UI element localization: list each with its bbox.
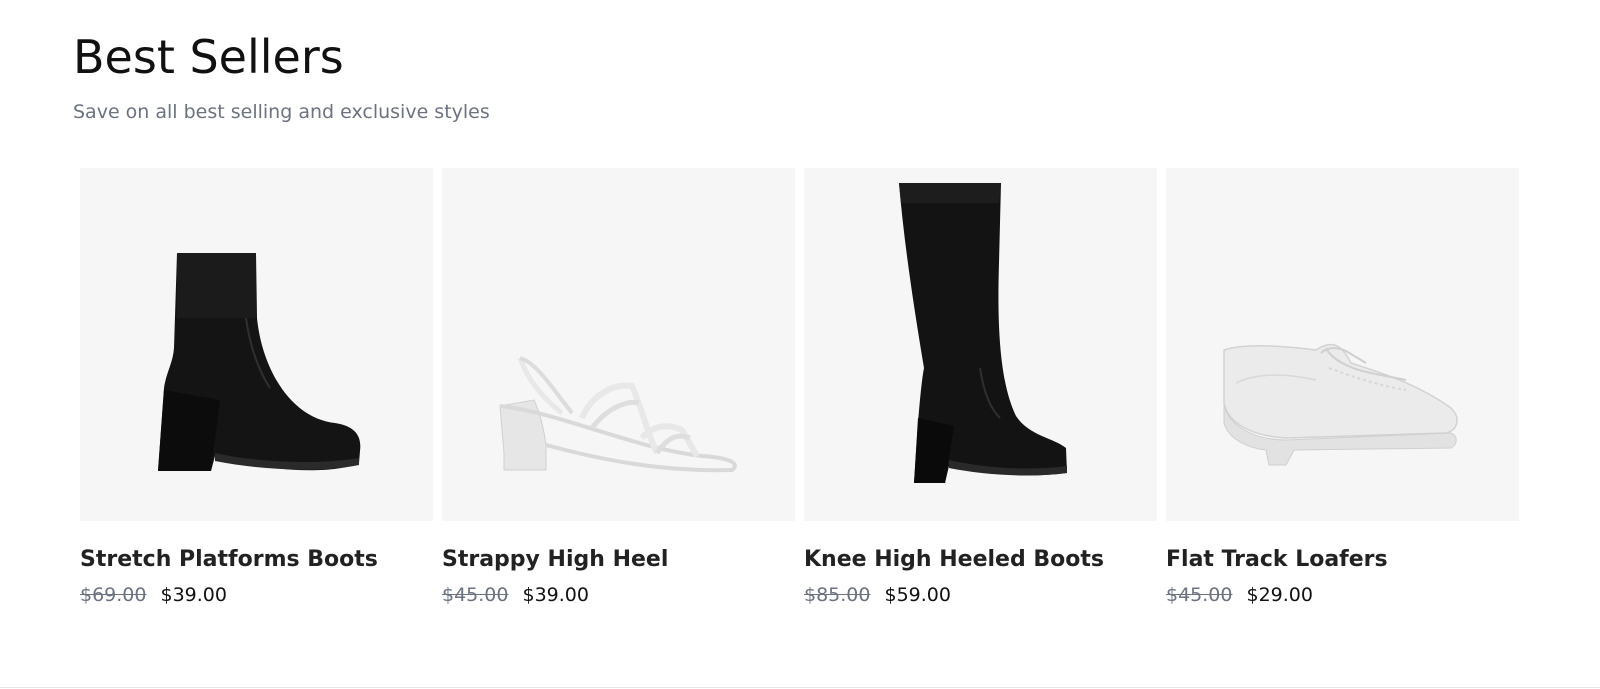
original-price: $85.00 — [804, 584, 871, 606]
product-image[interactable] — [804, 168, 1157, 521]
product-image[interactable] — [442, 168, 795, 521]
price-row: $45.00 $39.00 — [442, 584, 795, 606]
section-divider — [0, 687, 1600, 688]
product-name[interactable]: Flat Track Loafers — [1166, 547, 1519, 572]
price-row: $45.00 $29.00 — [1166, 584, 1519, 606]
product-name[interactable]: Knee High Heeled Boots — [804, 547, 1157, 572]
black-ankle-boot-icon — [158, 253, 361, 471]
price-row: $85.00 $59.00 — [804, 584, 1157, 606]
white-strappy-sandal-icon — [499, 356, 737, 473]
sale-price: $39.00 — [160, 584, 227, 606]
section-subtitle: Save on all best selling and exclusive s… — [73, 101, 490, 123]
black-knee-high-boot-icon — [899, 183, 1067, 483]
best-sellers-section: Best Sellers Save on all best selling an… — [0, 0, 1600, 689]
original-price: $45.00 — [442, 584, 509, 606]
product-name[interactable]: Strappy High Heel — [442, 547, 795, 572]
product-name[interactable]: Stretch Platforms Boots — [80, 547, 433, 572]
original-price: $69.00 — [80, 584, 147, 606]
section-title: Best Sellers — [73, 30, 344, 84]
product-image[interactable] — [80, 168, 433, 521]
product-card[interactable]: Flat Track Loafers $45.00 $29.00 — [1166, 168, 1519, 606]
sale-price: $39.00 — [522, 584, 589, 606]
price-row: $69.00 $39.00 — [80, 584, 433, 606]
product-card[interactable]: Strappy High Heel $45.00 $39.00 — [442, 168, 795, 606]
original-price: $45.00 — [1166, 584, 1233, 606]
product-card[interactable]: Stretch Platforms Boots $69.00 $39.00 — [80, 168, 433, 606]
product-card[interactable]: Knee High Heeled Boots $85.00 $59.00 — [804, 168, 1157, 606]
product-image[interactable] — [1166, 168, 1519, 521]
product-grid: Stretch Platforms Boots $69.00 $39.00 St… — [80, 168, 1520, 606]
sale-price: $59.00 — [884, 584, 951, 606]
sale-price: $29.00 — [1246, 584, 1313, 606]
white-chunky-loafer-icon — [1223, 343, 1458, 466]
